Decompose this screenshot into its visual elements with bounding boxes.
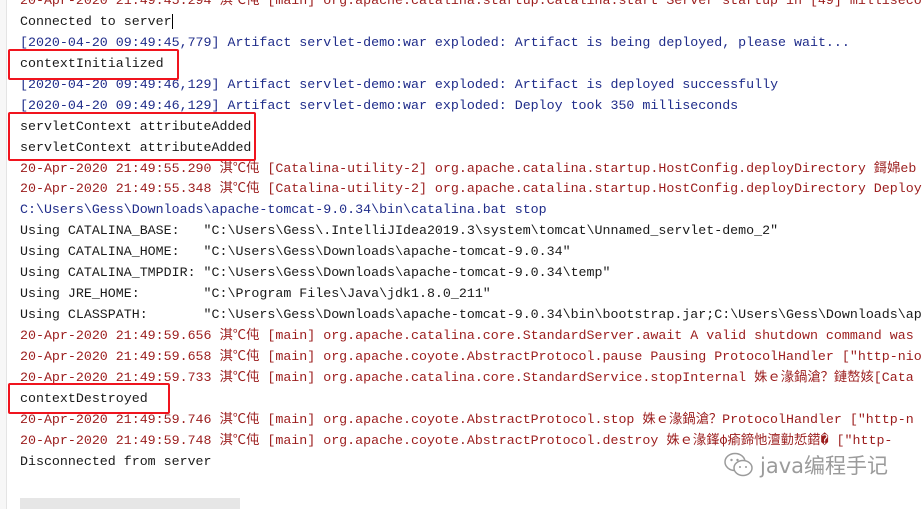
console-line-normal: Using JRE_HOME: "C:\Program Files\Java\j… xyxy=(20,284,922,305)
console-line-text: Using CATALINA_HOME: "C:\Users\Gess\Down… xyxy=(20,244,571,260)
console-line-error: 20-Apr-2020 21:49:55.348 淇℃伅 [Catalina-u… xyxy=(20,179,922,200)
console-line-normal: Using CATALINA_TMPDIR: "C:\Users\Gess\Do… xyxy=(20,263,922,284)
console-line-text: C:\Users\Gess\Downloads\apache-tomcat-9.… xyxy=(20,202,547,218)
console-line-error: 20-Apr-2020 21:49:45.294 淇℃伅 [main] org.… xyxy=(20,0,922,12)
console-line-text: Connected to server xyxy=(20,13,172,29)
console-line-error: 20-Apr-2020 21:49:59.748 淇℃伅 [main] org.… xyxy=(20,431,922,452)
console-line-normal: Using CATALINA_HOME: "C:\Users\Gess\Down… xyxy=(20,242,922,263)
console-line-text: [2020-04-20 09:49:46,129] Artifact servl… xyxy=(20,97,739,113)
console-line-normal: Using CATALINA_BASE: "C:\Users\Gess\.Int… xyxy=(20,221,922,242)
text-cursor xyxy=(171,13,173,29)
console-line-error: 20-Apr-2020 21:49:59.658 淇℃伅 [main] org.… xyxy=(20,347,922,368)
console-line-text: Disconnected from server xyxy=(20,453,212,469)
watermark: java编程手记 xyxy=(724,450,888,480)
console-line-text: 20-Apr-2020 21:49:59.656 淇℃伅 [main] org.… xyxy=(20,328,914,343)
console-line-error: 20-Apr-2020 21:49:55.290 淇℃伅 [Catalina-u… xyxy=(20,159,922,180)
wechat-icon xyxy=(724,452,753,477)
console-line-text: Using JRE_HOME: "C:\Program Files\Java\j… xyxy=(20,286,491,302)
console-line-text: Using CLASSPATH: "C:\Users\Gess\Download… xyxy=(20,307,922,323)
console-line-system: C:\Users\Gess\Downloads\apache-tomcat-9.… xyxy=(20,200,922,221)
console-gutter xyxy=(0,0,7,509)
console-line-text: 20-Apr-2020 21:49:55.290 淇℃伅 [Catalina-u… xyxy=(20,160,917,176)
console-line-normal: Connected to server xyxy=(20,12,922,33)
console-line-text: Using CATALINA_TMPDIR: "C:\Users\Gess\Do… xyxy=(20,265,611,281)
watermark-text: java编程手记 xyxy=(760,454,888,478)
console-line-text: 20-Apr-2020 21:49:59.658 淇℃伅 [main] org.… xyxy=(20,348,922,364)
console-line-text: 20-Apr-2020 21:49:59.748 淇℃伅 [main] org.… xyxy=(20,432,893,448)
console-line-text: 20-Apr-2020 21:49:55.348 淇℃伅 [Catalina-u… xyxy=(20,181,922,197)
highlight-box-context-initialized xyxy=(8,49,179,80)
console-line-text: Using CATALINA_BASE: "C:\Users\Gess\.Int… xyxy=(20,223,779,239)
horizontal-scrollbar-thumb[interactable] xyxy=(20,498,240,509)
highlight-box-context-destroyed xyxy=(8,383,170,414)
console-line-text: 20-Apr-2020 21:49:45.294 淇℃伅 [main] org.… xyxy=(20,0,922,8)
console-line-normal: Using CLASSPATH: "C:\Users\Gess\Download… xyxy=(20,305,922,326)
console-line-text: 20-Apr-2020 21:49:59.746 淇℃伅 [main] org.… xyxy=(20,411,914,427)
highlight-box-attribute-added xyxy=(8,112,256,161)
console-line-text: [2020-04-20 09:49:45,779] Artifact servl… xyxy=(20,34,850,50)
console-line-error: 20-Apr-2020 21:49:59.656 淇℃伅 [main] org.… xyxy=(20,326,922,347)
